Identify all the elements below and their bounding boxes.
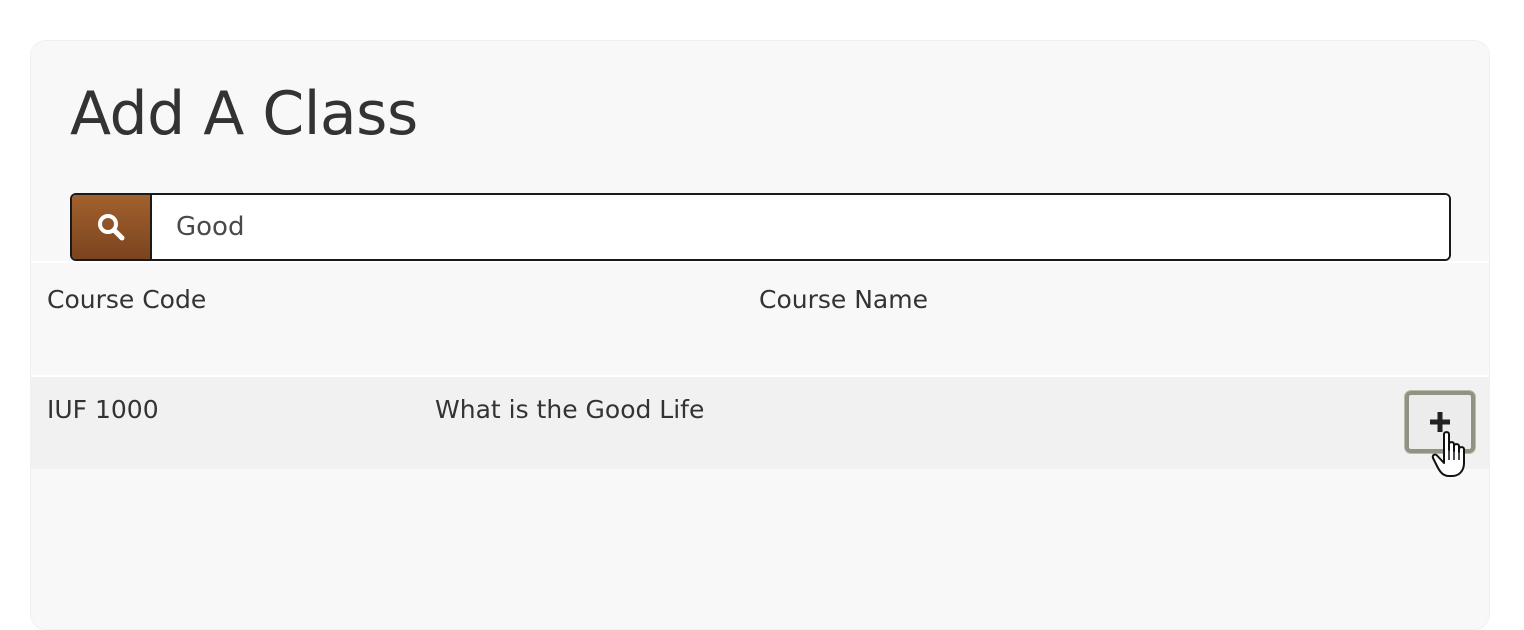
plus-icon bbox=[1430, 412, 1450, 432]
page-title: Add A Class bbox=[70, 79, 418, 149]
course-code-cell: IUF 1000 bbox=[47, 395, 159, 424]
add-class-card: Add A Class Course Code Course Name IUF … bbox=[30, 40, 1490, 630]
search-button[interactable] bbox=[72, 195, 152, 259]
column-header-course-code: Course Code bbox=[47, 285, 207, 314]
search-input[interactable] bbox=[152, 195, 1449, 259]
table-row: IUF 1000 What is the Good Life bbox=[31, 375, 1489, 469]
table-header: Course Code Course Name bbox=[31, 263, 1489, 375]
column-header-course-name: Course Name bbox=[759, 285, 928, 314]
search-bar bbox=[70, 193, 1451, 261]
add-class-button[interactable] bbox=[1405, 391, 1475, 453]
search-icon bbox=[98, 214, 125, 241]
course-name-cell: What is the Good Life bbox=[435, 395, 705, 424]
